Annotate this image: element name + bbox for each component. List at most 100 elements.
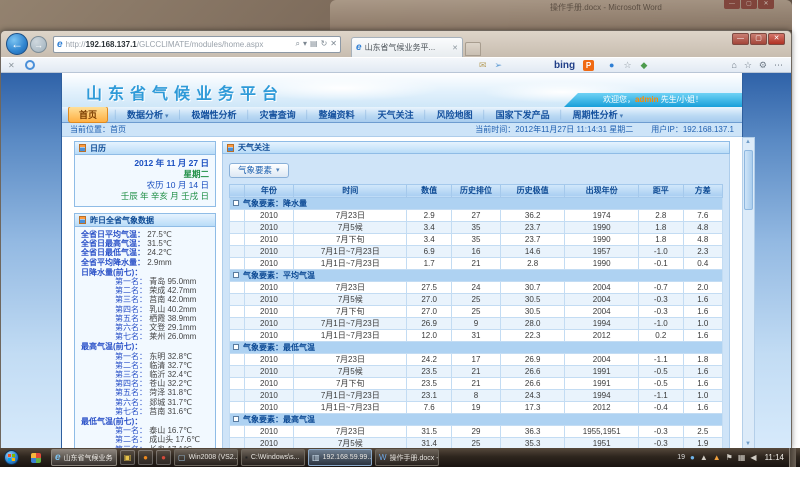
screen: 操作手册.docx - Microsoft Word — ▢ ✕ ← → e h… <box>0 0 800 500</box>
scrollbar-thumb[interactable] <box>744 150 753 210</box>
nav-item-6[interactable]: 天气关注 <box>370 107 422 122</box>
addon-ring-icon[interactable] <box>25 60 35 70</box>
nav-item-3[interactable]: 极端性分析 <box>184 107 245 122</box>
nav-separator: │ <box>423 110 428 119</box>
chevron-down-icon: ▾ <box>165 113 169 120</box>
nav-item-label: 数据分析 <box>127 110 163 120</box>
element-filter-button[interactable]: 气象要素 ▾ <box>229 163 289 178</box>
cell: 1.6 <box>683 401 723 413</box>
cell: 14.6 <box>501 245 565 257</box>
cell: 9 <box>451 317 500 329</box>
maximize-button[interactable]: ▢ <box>750 33 767 45</box>
more-icon[interactable]: ⋯ <box>774 60 783 71</box>
show-desktop-button[interactable] <box>789 448 796 467</box>
tray-show-hidden-icon[interactable]: ▲ <box>700 453 708 462</box>
tray-network-icon[interactable]: ▦ <box>738 453 746 462</box>
start-button[interactable] <box>4 450 19 465</box>
tab-close-icon[interactable]: ✕ <box>452 44 458 52</box>
rank-line: 第二名： 成山头 17.6℃ <box>81 435 212 444</box>
tray-alert-icon[interactable]: ▲ <box>713 453 721 462</box>
cell: 1.6 <box>683 305 723 317</box>
group-checkbox[interactable] <box>233 344 239 350</box>
scroll-down-icon[interactable]: ▼ <box>745 441 751 447</box>
table-row: 20107月1日~7月23日6.91614.61957-1.02.3 <box>230 245 723 257</box>
browser-titlebar: ← → e http://192.168.137.1/GLCCLIMATE/mo… <box>1 31 791 57</box>
new-tab-button[interactable] <box>465 42 481 56</box>
p-badge-icon[interactable]: P <box>583 60 594 71</box>
nav-item-4[interactable]: 灾害查询 <box>252 107 304 122</box>
url-prefix: http:// <box>66 40 86 49</box>
settings-icon[interactable]: ⚙ <box>759 60 767 71</box>
cell: 2.8 <box>639 209 683 221</box>
vertical-scrollbar[interactable]: ▲ ▼ <box>742 137 755 449</box>
cell: 31 <box>451 329 500 341</box>
cell: 23.7 <box>501 221 565 233</box>
address-bar[interactable]: e http://192.168.137.1/GLCCLIMATE/module… <box>53 36 341 53</box>
cell: 7月下旬 <box>294 233 407 245</box>
browser-window: ← → e http://192.168.137.1/GLCCLIMATE/mo… <box>0 30 792 448</box>
row-select-cell <box>230 257 245 269</box>
rank-line: 第二名： 临清 32.7℃ <box>81 361 212 370</box>
taskbar-window-button-3[interactable]: ▥192.168.59.99... <box>308 449 372 466</box>
home-icon[interactable]: ⌂ <box>731 60 736 71</box>
forward-button[interactable]: → <box>30 36 47 53</box>
summary-value: 27.5℃ <box>145 230 172 239</box>
tray-flag-icon[interactable]: ⚑ <box>726 453 733 462</box>
paw-icon[interactable]: ☆ <box>623 60 631 71</box>
group-checkbox[interactable] <box>233 200 239 206</box>
nav-item-8[interactable]: 国家下发产品 <box>488 107 558 122</box>
minimize-button[interactable]: — <box>732 33 749 45</box>
taskbar-app-red-button[interactable]: ● <box>156 450 171 465</box>
page-viewport: 山东省气候业务平台 欢迎您，admin 先生/小姐！ 首页│数据分析▾│极端性分… <box>1 73 791 449</box>
taskbar-clock[interactable]: 11:14 <box>765 453 784 462</box>
search-dropdown-icon[interactable]: ▾ <box>303 39 307 49</box>
launcher-icon[interactable] <box>31 453 41 463</box>
group-checkbox[interactable] <box>233 272 239 278</box>
stop-icon[interactable]: ✕ <box>330 39 337 49</box>
nav-item-7[interactable]: 风险地图 <box>429 107 481 122</box>
cell: 22.3 <box>501 329 565 341</box>
rank-value: 临清 32.7℃ <box>147 361 192 370</box>
taskbar-app-orange-button[interactable]: ● <box>138 450 153 465</box>
cell: 1.6 <box>683 293 723 305</box>
mail-icon[interactable]: ✉ <box>479 60 487 71</box>
folder-icon: ▣ <box>124 453 132 462</box>
welcome-banner: 欢迎您，admin 先生/小姐！ <box>564 93 742 107</box>
background-close-icon[interactable]: ✕ <box>758 0 774 9</box>
nav-item-2[interactable]: 数据分析▾ <box>119 107 177 122</box>
cell: 4.8 <box>683 221 723 233</box>
addon-bar-close-icon[interactable]: ✕ <box>8 61 15 70</box>
nav-item-1[interactable]: 首页 <box>68 106 108 123</box>
taskbar-button-label: C:\Windows\s... <box>251 454 300 461</box>
taskbar-window-button-2[interactable]: ▪C:\Windows\s... <box>241 449 305 466</box>
favorites-icon[interactable]: ☆ <box>744 60 752 71</box>
rank-label: 第一名： <box>115 352 147 361</box>
share-icon[interactable]: ➢ <box>495 60 503 71</box>
column-header: 数值 <box>407 184 451 197</box>
taskbar-window-button-4[interactable]: W操作手册.docx -... <box>375 449 439 466</box>
tray-app-icon[interactable]: ● <box>690 453 695 462</box>
cell: -0.5 <box>639 377 683 389</box>
group-checkbox[interactable] <box>233 416 239 422</box>
cell: 2004 <box>565 305 639 317</box>
scroll-up-icon[interactable]: ▲ <box>745 139 751 145</box>
nav-item-5[interactable]: 整编资料 <box>311 107 363 122</box>
cell: 23.7 <box>501 233 565 245</box>
taskbar-window-button-1[interactable]: ▢Win2008 (VS2... <box>174 449 238 466</box>
tray-volume-icon[interactable]: ◀ <box>750 453 756 462</box>
taskbar-explorer-button[interactable]: ▣ <box>120 450 135 465</box>
puzzle-icon[interactable]: ◆ <box>641 60 648 71</box>
rank-value: 成山头 17.6℃ <box>147 435 200 444</box>
compatibility-icon[interactable]: ▤ <box>310 39 318 49</box>
search-icon[interactable]: ⌕ <box>296 39 300 49</box>
back-button[interactable]: ← <box>6 33 28 55</box>
background-minimize-icon[interactable]: — <box>724 0 740 9</box>
browser-tab[interactable]: e 山东省气候业务平... ✕ <box>351 37 463 57</box>
camera-icon[interactable]: ● <box>609 60 614 71</box>
close-button[interactable]: ✕ <box>768 33 785 45</box>
bing-logo[interactable]: bing <box>554 60 575 71</box>
background-maximize-icon[interactable]: ▢ <box>741 0 757 9</box>
nav-item-9[interactable]: 周期性分析▾ <box>565 107 632 122</box>
taskbar-ie-button[interactable]: e 山东省气候业务平... <box>51 449 117 466</box>
refresh-icon[interactable]: ↻ <box>321 39 328 49</box>
